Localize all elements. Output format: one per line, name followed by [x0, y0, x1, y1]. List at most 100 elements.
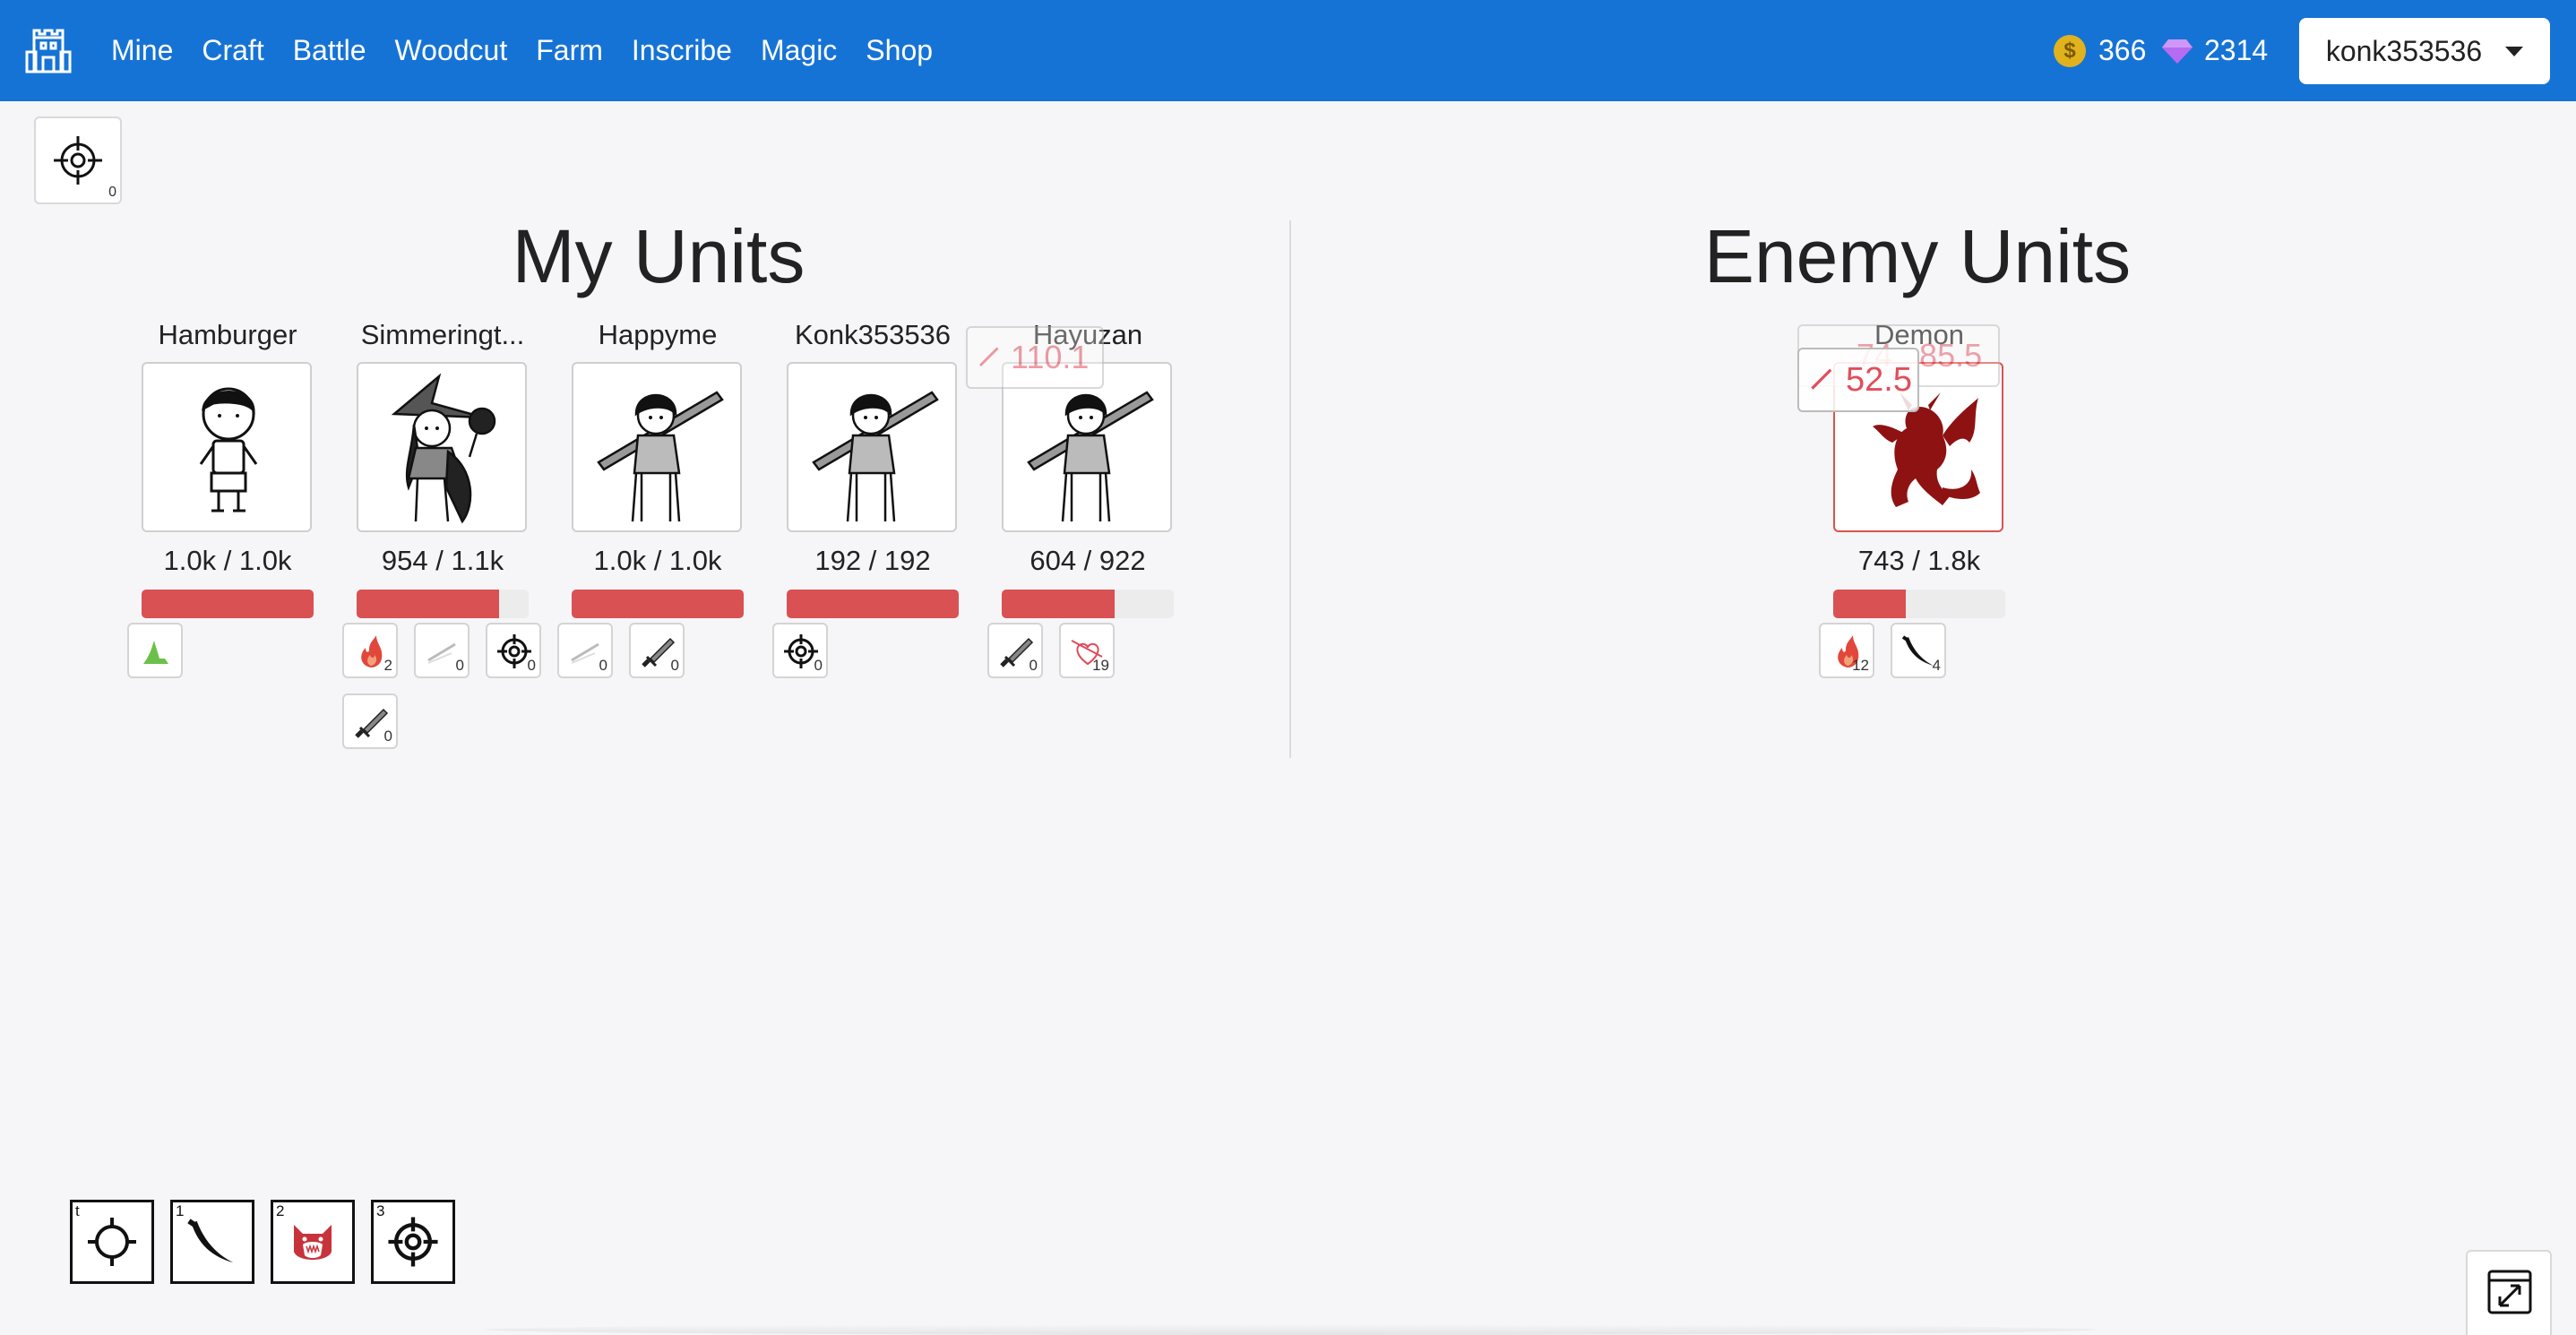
effect-badge[interactable]: 0 [414, 623, 470, 678]
effect-count: 0 [814, 657, 823, 674]
username: konk353536 [2325, 34, 2483, 67]
effect-count: 0 [527, 657, 536, 674]
effect-count: 0 [1029, 657, 1038, 674]
gem-display: 2314 [2161, 0, 2268, 101]
effect-count: 0 [599, 657, 607, 674]
top-navbar: Mine Craft Battle Woodcut Farm Inscribe … [0, 0, 2576, 101]
nav-battle[interactable]: Battle [293, 34, 366, 67]
effect-badge[interactable]: 19 [1059, 623, 1115, 678]
effect-count: 4 [1932, 657, 1941, 674]
unit-name: Happyme [598, 319, 718, 350]
effect-badge[interactable]: 2 [342, 623, 398, 678]
unit-hp-text: 1.0k / 1.0k [593, 545, 722, 576]
castle-logo-icon[interactable] [25, 25, 72, 75]
green-hat-icon [143, 641, 168, 664]
effect-badge[interactable]: 0 [987, 623, 1043, 678]
skill-slot-t[interactable]: t [70, 1200, 154, 1284]
unit-hp-bar [1833, 590, 2005, 618]
damage-value: 85.5 [1919, 337, 1983, 374]
nav-inscribe[interactable]: Inscribe [632, 34, 732, 67]
unit-hp-bar [357, 590, 529, 618]
effect-badge[interactable]: 0 [486, 623, 541, 678]
skill-hotkey: 2 [276, 1202, 285, 1219]
crosshair-simple-icon [88, 1218, 136, 1266]
damage-value: 52.5 [1846, 360, 1912, 399]
effect-badge[interactable]: 0 [557, 623, 613, 678]
unit-portrait[interactable] [572, 362, 742, 532]
hp-fill [1002, 590, 1115, 618]
nav-farm[interactable]: Farm [536, 34, 603, 67]
bottom-panel-shadow [484, 1324, 2097, 1335]
boy-icon [199, 387, 258, 512]
target-count: 0 [108, 185, 116, 200]
skill-hotkey: t [75, 1202, 80, 1219]
unit-hp-bar [572, 590, 744, 618]
enemy-units-title: Enemy Units [1703, 214, 2132, 298]
nav-links: Mine Craft Battle Woodcut Farm Inscribe … [97, 0, 947, 101]
effect-count: 0 [383, 728, 392, 745]
gem-icon [2162, 39, 2193, 64]
unit-hp-bar [142, 590, 314, 618]
coin-icon: $ [2054, 34, 2086, 67]
my-units-title: My Units [512, 214, 806, 298]
hp-fill [787, 590, 959, 618]
nav-woodcut[interactable]: Woodcut [395, 34, 508, 67]
floating-damage: 52.5 [1797, 348, 1919, 412]
effect-badge[interactable]: 0 [772, 623, 828, 678]
skill-slot-2[interactable]: 2 [271, 1200, 355, 1284]
gem-amount: 2314 [2204, 34, 2269, 66]
witch-icon [391, 373, 496, 524]
unit-hp-bar [787, 590, 959, 618]
effect-count: 0 [455, 657, 464, 674]
scimitar-icon [186, 1216, 238, 1268]
unit-hp-bar [1002, 590, 1174, 618]
expand-window-icon [2487, 1270, 2532, 1314]
swordsman-icon [1027, 391, 1154, 522]
effect-badge[interactable]: 0 [629, 623, 685, 678]
hp-fill [572, 590, 744, 618]
effect-badge[interactable]: 0 [342, 693, 398, 749]
hp-fill [1833, 590, 1906, 618]
hp-fill [142, 590, 314, 618]
swordsman-icon [812, 391, 939, 522]
fullscreen-toggle-button[interactable] [2466, 1250, 2552, 1335]
gold-amount: 366 [2098, 34, 2147, 66]
target-toggle-button[interactable]: 0 [34, 116, 122, 204]
nav-magic[interactable]: Magic [761, 34, 837, 67]
skill-hotkey: 3 [376, 1202, 385, 1219]
floating-damage: 110.1 [966, 326, 1104, 389]
nav-shop[interactable]: Shop [866, 34, 933, 67]
unit-portrait[interactable] [787, 362, 957, 532]
effect-badge[interactable] [127, 623, 183, 678]
effect-count: 19 [1092, 657, 1109, 674]
unit-portrait[interactable] [142, 362, 312, 532]
unit-name: Hamburger [158, 319, 297, 350]
unit-hp-text: 954 / 1.1k [381, 545, 504, 576]
effect-badge[interactable]: 4 [1891, 623, 1946, 678]
unit-hp-text: 743 / 1.8k [1857, 545, 1981, 576]
unit-hp-text: 192 / 192 [814, 545, 931, 576]
unit-portrait[interactable] [357, 362, 527, 532]
user-menu-dropdown[interactable]: konk353536 [2299, 18, 2550, 84]
unit-hp-text: 1.0k / 1.0k [163, 545, 292, 576]
unit-hp-text: 604 / 922 [1030, 545, 1146, 576]
crosshair-icon [387, 1216, 439, 1268]
sword-icon [978, 347, 999, 367]
unit-name: Konk353536 [794, 319, 952, 350]
effect-count: 2 [383, 657, 392, 674]
skill-hotkey: 1 [176, 1202, 185, 1219]
nav-mine[interactable]: Mine [111, 34, 173, 67]
caret-down-icon [2505, 46, 2524, 56]
beast-roar-icon [294, 1225, 332, 1260]
swordsman-icon [597, 391, 724, 522]
column-divider [1289, 220, 1291, 758]
hp-fill [357, 590, 500, 618]
nav-craft[interactable]: Craft [202, 34, 263, 67]
unit-name: Simmeringt... [360, 319, 525, 350]
sword-icon [1811, 368, 1832, 390]
gold-display: $ 366 [2054, 0, 2146, 101]
skill-slot-3[interactable]: 3 [371, 1200, 455, 1284]
skill-slot-1[interactable]: 1 [170, 1200, 254, 1284]
effect-count: 0 [670, 657, 679, 674]
effect-badge[interactable]: 12 [1819, 623, 1874, 678]
